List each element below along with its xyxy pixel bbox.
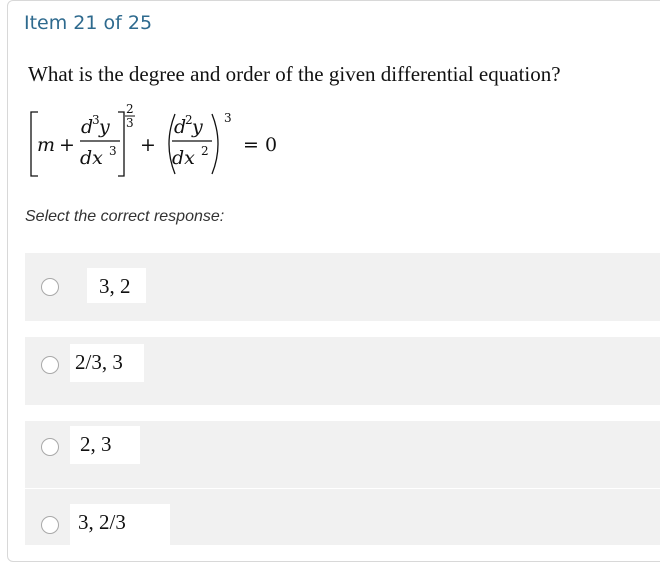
- answer-option-4[interactable]: 3, 2/3: [25, 489, 660, 545]
- svg-text:3: 3: [126, 116, 134, 130]
- question-text: What is the degree and order of the give…: [28, 62, 561, 86]
- differential-equation: m + d 3 y dx 3 2 3 + d 2 y dx 2 3 = 0: [28, 100, 328, 180]
- svg-text:= 0: = 0: [243, 134, 277, 156]
- item-counter: Item 21 of 25: [24, 12, 153, 34]
- svg-text:+: +: [59, 134, 75, 156]
- svg-text:m: m: [37, 134, 55, 156]
- svg-text:3: 3: [224, 111, 232, 125]
- svg-text:y: y: [191, 116, 203, 138]
- answer-option-3[interactable]: 2, 3: [25, 421, 660, 488]
- radio-button[interactable]: [41, 356, 59, 374]
- svg-text:3: 3: [109, 144, 117, 158]
- radio-button[interactable]: [41, 278, 59, 296]
- option-label: 2, 3: [70, 426, 140, 464]
- option-label: 3, 2: [87, 268, 146, 303]
- svg-text:2: 2: [126, 102, 134, 116]
- svg-text:dx: dx: [80, 147, 103, 169]
- svg-text:+: +: [140, 134, 156, 156]
- radio-button[interactable]: [41, 516, 59, 534]
- option-label: 2/3, 3: [70, 344, 144, 382]
- option-label: 3, 2/3: [70, 504, 170, 545]
- svg-text:dx: dx: [172, 147, 195, 169]
- svg-text:y: y: [98, 116, 110, 138]
- answer-option-1[interactable]: 3, 2: [25, 253, 660, 321]
- svg-text:2: 2: [201, 144, 209, 158]
- answer-option-2[interactable]: 2/3, 3: [25, 337, 660, 405]
- select-response-prompt: Select the correct response:: [25, 208, 225, 225]
- radio-button[interactable]: [41, 438, 59, 456]
